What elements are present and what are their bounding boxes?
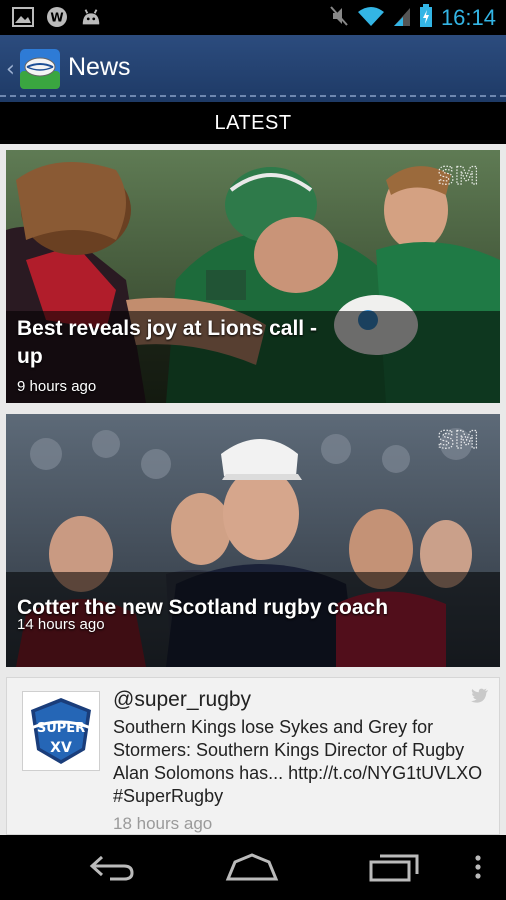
- source-logo: SM: [437, 425, 479, 454]
- navigation-bar: [0, 835, 506, 900]
- source-logo: SM: [437, 161, 479, 190]
- wifi-icon: [357, 5, 385, 31]
- android-icon: [80, 6, 102, 28]
- article-age: 14 hours ago: [17, 616, 105, 633]
- home-icon[interactable]: [222, 849, 282, 885]
- article-card[interactable]: SM Best reveals joy at Lions call -up 9 …: [6, 150, 500, 403]
- svg-text:SM: SM: [437, 426, 478, 454]
- twitter-bird-icon: [471, 688, 489, 704]
- super-xv-logo: SUPER XV: [22, 691, 100, 771]
- rugby-ball-icon[interactable]: [20, 49, 60, 89]
- clock: 16:14: [440, 5, 496, 30]
- article-card[interactable]: SM Cotter the new Scotland rugby coach 1…: [6, 414, 500, 667]
- tweet-age: 18 hours ago: [113, 814, 213, 833]
- mute-icon: [329, 5, 349, 31]
- tweet-card[interactable]: SUPER XV @super_rugby Southern Kings los…: [6, 677, 500, 835]
- page-title: News: [68, 53, 131, 81]
- tweet-handle[interactable]: @super_rugby: [113, 688, 251, 712]
- status-bar: W 16:14: [0, 0, 506, 35]
- overflow-menu-icon[interactable]: [448, 849, 506, 885]
- battery-charging-icon: [419, 4, 433, 32]
- image-icon: [12, 6, 34, 28]
- w-app-icon: W: [46, 6, 68, 28]
- tab-latest[interactable]: LATEST: [0, 102, 506, 144]
- up-navigation-icon[interactable]: ‹: [6, 57, 15, 82]
- article-age: 9 hours ago: [17, 378, 97, 395]
- notification-icons: W: [12, 6, 102, 28]
- system-indicators: 16:14: [329, 4, 496, 32]
- svg-text:XV: XV: [50, 740, 72, 756]
- signal-icon: [393, 5, 411, 31]
- recent-apps-icon[interactable]: [364, 849, 424, 885]
- svg-text:SM: SM: [437, 162, 478, 190]
- tweet-text: Southern Kings lose Sykes and Grey for S…: [113, 717, 483, 806]
- article-headline[interactable]: Best reveals joy at Lions call -up: [17, 315, 320, 371]
- action-bar: ‹ News: [0, 35, 506, 102]
- svg-text:SUPER: SUPER: [37, 721, 85, 736]
- back-icon[interactable]: [82, 849, 142, 885]
- svg-text:W: W: [50, 11, 63, 25]
